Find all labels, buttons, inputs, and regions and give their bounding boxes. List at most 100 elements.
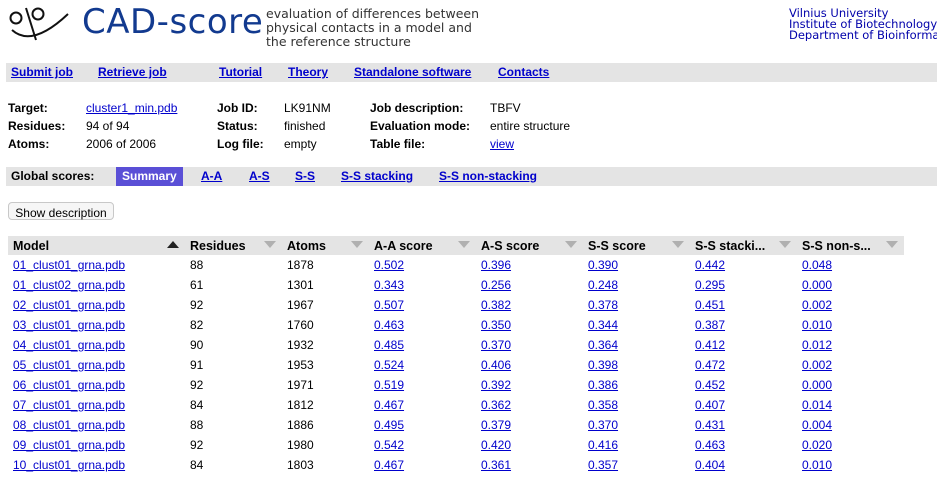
score-link[interactable]: 0.431 xyxy=(695,418,725,432)
score-link[interactable]: 0.420 xyxy=(481,438,511,452)
table-file-link[interactable]: view xyxy=(490,137,514,151)
model-link[interactable]: 02_clust01_grna.pdb xyxy=(13,298,125,312)
score-link[interactable]: 0.361 xyxy=(481,458,511,472)
score-link[interactable]: 0.463 xyxy=(695,438,725,452)
nav-contacts[interactable]: Contacts xyxy=(498,65,549,79)
table-cell: 0.502 xyxy=(369,255,476,275)
score-link[interactable]: 0.014 xyxy=(802,398,832,412)
model-link[interactable]: 09_clust01_grna.pdb xyxy=(13,438,125,452)
col-header-as-score[interactable]: A-S score xyxy=(476,236,583,255)
col-header-atoms[interactable]: Atoms xyxy=(282,236,369,255)
score-link[interactable]: 0.495 xyxy=(374,418,404,432)
cell-value: 90 xyxy=(190,338,204,352)
score-link[interactable]: 0.248 xyxy=(588,278,618,292)
score-link[interactable]: 0.507 xyxy=(374,298,404,312)
col-header-model[interactable]: Model xyxy=(8,236,185,255)
score-link[interactable]: 0.412 xyxy=(695,338,725,352)
model-link[interactable]: 10_clust01_grna.pdb xyxy=(13,458,125,472)
score-link[interactable]: 0.451 xyxy=(695,298,725,312)
model-link[interactable]: 08_clust01_grna.pdb xyxy=(13,418,125,432)
score-link[interactable]: 0.379 xyxy=(481,418,511,432)
score-link[interactable]: 0.350 xyxy=(481,318,511,332)
score-link[interactable]: 0.392 xyxy=(481,378,511,392)
score-link[interactable]: 0.485 xyxy=(374,338,404,352)
score-link[interactable]: 0.390 xyxy=(588,258,618,272)
score-link[interactable]: 0.386 xyxy=(588,378,618,392)
model-link[interactable]: 03_clust01_grna.pdb xyxy=(13,318,125,332)
cell-value: 84 xyxy=(190,398,204,412)
model-link[interactable]: 06_clust01_grna.pdb xyxy=(13,378,125,392)
tab-summary[interactable]: Summary xyxy=(116,167,183,186)
tab-a-a[interactable]: A-A xyxy=(201,169,222,183)
col-header-residues[interactable]: Residues xyxy=(185,236,282,255)
model-link[interactable]: 07_clust01_grna.pdb xyxy=(13,398,125,412)
tab-s-s[interactable]: S-S xyxy=(295,169,315,183)
score-link[interactable]: 0.358 xyxy=(588,398,618,412)
score-link[interactable]: 0.519 xyxy=(374,378,404,392)
score-link[interactable]: 0.467 xyxy=(374,398,404,412)
tab-s-s-stacking[interactable]: S-S stacking xyxy=(341,169,413,183)
score-link[interactable]: 0.000 xyxy=(802,278,832,292)
score-link[interactable]: 0.452 xyxy=(695,378,725,392)
model-link[interactable]: 04_clust01_grna.pdb xyxy=(13,338,125,352)
cell-value: 1967 xyxy=(287,298,314,312)
col-header-ss-non-stacking[interactable]: S-S non-s... xyxy=(797,236,904,255)
score-link[interactable]: 0.398 xyxy=(588,358,618,372)
score-link[interactable]: 0.463 xyxy=(374,318,404,332)
score-link[interactable]: 0.364 xyxy=(588,338,618,352)
show-description-button[interactable]: Show description xyxy=(8,202,114,220)
score-link[interactable]: 0.010 xyxy=(802,458,832,472)
model-link[interactable]: 01_clust02_grna.pdb xyxy=(13,278,125,292)
score-link[interactable]: 0.524 xyxy=(374,358,404,372)
score-link[interactable]: 0.442 xyxy=(695,258,725,272)
score-link[interactable]: 0.012 xyxy=(802,338,832,352)
score-link[interactable]: 0.396 xyxy=(481,258,511,272)
cell-value: 1301 xyxy=(287,278,314,292)
score-link[interactable]: 0.020 xyxy=(802,438,832,452)
score-link[interactable]: 0.344 xyxy=(588,318,618,332)
score-link[interactable]: 0.502 xyxy=(374,258,404,272)
score-link[interactable]: 0.048 xyxy=(802,258,832,272)
target-link[interactable]: cluster1_min.pdb xyxy=(86,101,177,115)
score-link[interactable]: 0.404 xyxy=(695,458,725,472)
score-link[interactable]: 0.542 xyxy=(374,438,404,452)
cell-value: 1812 xyxy=(287,398,314,412)
score-link[interactable]: 0.362 xyxy=(481,398,511,412)
score-link[interactable]: 0.472 xyxy=(695,358,725,372)
score-link[interactable]: 0.295 xyxy=(695,278,725,292)
score-link[interactable]: 0.256 xyxy=(481,278,511,292)
col-header-ss-score[interactable]: S-S score xyxy=(583,236,690,255)
status-value: finished xyxy=(284,119,326,133)
nav-tutorial[interactable]: Tutorial xyxy=(219,65,262,79)
score-link[interactable]: 0.382 xyxy=(481,298,511,312)
score-link[interactable]: 0.002 xyxy=(802,358,832,372)
table-cell: 07_clust01_grna.pdb xyxy=(8,395,185,415)
score-link[interactable]: 0.002 xyxy=(802,298,832,312)
header: CAD-score evaluation of differences betw… xyxy=(0,0,937,60)
score-link[interactable]: 0.010 xyxy=(802,318,832,332)
nav-submit-job[interactable]: Submit job xyxy=(11,65,73,79)
score-link[interactable]: 0.467 xyxy=(374,458,404,472)
col-header-ss-stacking[interactable]: S-S stacki... xyxy=(690,236,797,255)
tab-a-s[interactable]: A-S xyxy=(249,169,270,183)
sort-icon xyxy=(264,241,276,248)
nav-retrieve-job[interactable]: Retrieve job xyxy=(98,65,167,79)
score-link[interactable]: 0.343 xyxy=(374,278,404,292)
nav-theory[interactable]: Theory xyxy=(288,65,328,79)
score-link[interactable]: 0.407 xyxy=(695,398,725,412)
score-link[interactable]: 0.357 xyxy=(588,458,618,472)
score-link[interactable]: 0.370 xyxy=(481,338,511,352)
score-link[interactable]: 0.000 xyxy=(802,378,832,392)
university-line: Department of Bioinformat xyxy=(789,28,937,41)
tab-s-s-non-stacking[interactable]: S-S non-stacking xyxy=(439,169,537,183)
score-link[interactable]: 0.370 xyxy=(588,418,618,432)
score-link[interactable]: 0.416 xyxy=(588,438,618,452)
col-header-aa-score[interactable]: A-A score xyxy=(369,236,476,255)
score-link[interactable]: 0.406 xyxy=(481,358,511,372)
model-link[interactable]: 05_clust01_grna.pdb xyxy=(13,358,125,372)
score-link[interactable]: 0.387 xyxy=(695,318,725,332)
nav-standalone-software[interactable]: Standalone software xyxy=(354,65,471,79)
model-link[interactable]: 01_clust01_grna.pdb xyxy=(13,258,125,272)
score-link[interactable]: 0.378 xyxy=(588,298,618,312)
score-link[interactable]: 0.004 xyxy=(802,418,832,432)
